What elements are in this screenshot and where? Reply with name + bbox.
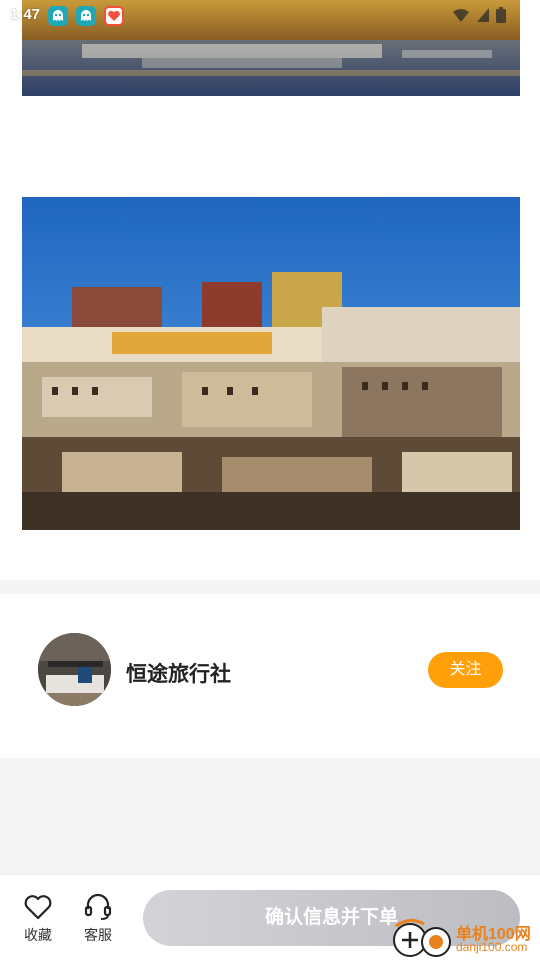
watermark: 单机100网 danji100.com bbox=[390, 912, 540, 960]
section-divider bbox=[0, 580, 540, 594]
signal-icon bbox=[477, 8, 489, 22]
system-status-icons bbox=[452, 7, 506, 23]
wifi-icon bbox=[453, 8, 469, 22]
favorite-button[interactable]: 收藏 bbox=[13, 893, 63, 945]
agency-name: 恒途旅行社 bbox=[126, 663, 231, 686]
service-label: 客服 bbox=[84, 927, 112, 943]
watermark-logo-icon bbox=[393, 919, 451, 957]
battery-icon bbox=[496, 7, 506, 23]
follow-button[interactable]: 关注 bbox=[428, 652, 503, 688]
status-bar: 1:47 bbox=[0, 0, 540, 32]
favorite-label: 收藏 bbox=[24, 927, 52, 943]
empty-content-area bbox=[0, 758, 540, 874]
watermark-url: danji100.com bbox=[456, 940, 528, 954]
ghost-app-icon bbox=[48, 6, 68, 26]
monastery-photo[interactable] bbox=[22, 197, 520, 530]
customer-service-button[interactable]: 客服 bbox=[73, 893, 123, 945]
agency-avatar[interactable] bbox=[38, 633, 111, 706]
status-time: 1:47 bbox=[10, 6, 41, 23]
agency-card[interactable]: 恒途旅行社 关注 bbox=[0, 594, 540, 758]
ghost-app-icon bbox=[76, 6, 96, 26]
headset-icon bbox=[84, 893, 112, 920]
heart-app-icon bbox=[104, 6, 124, 26]
heart-icon bbox=[24, 895, 52, 920]
